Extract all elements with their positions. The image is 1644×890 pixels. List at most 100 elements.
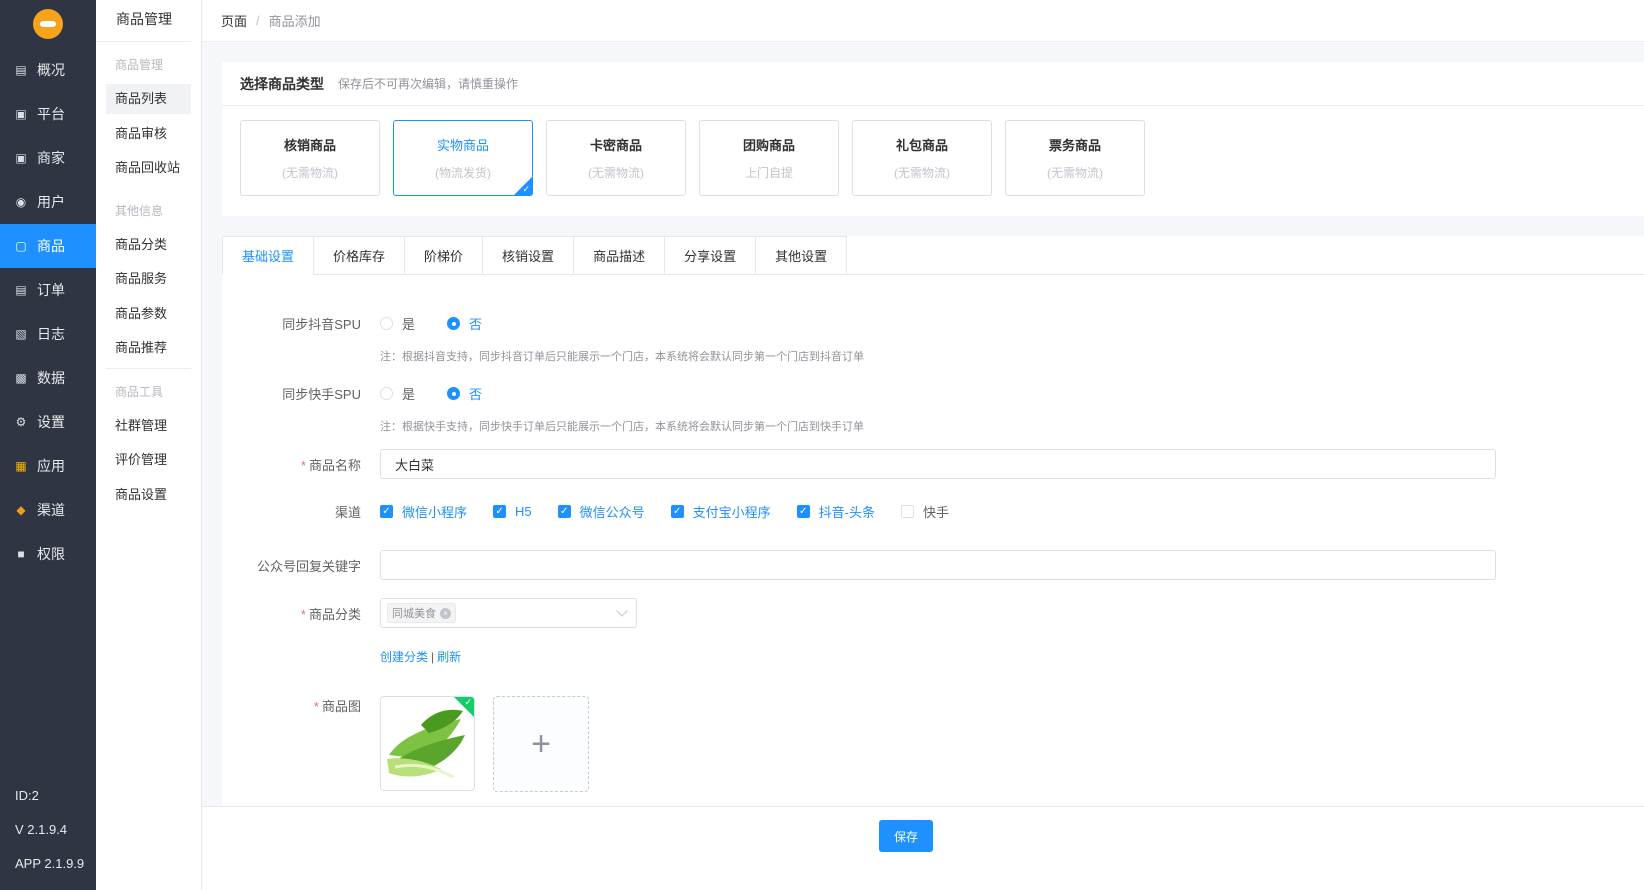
sidebar-item-order[interactable]: ▤ 订单 xyxy=(0,268,96,312)
category-links: 创建分类 | 刷新 xyxy=(380,650,462,664)
bag-icon: ▢ xyxy=(15,239,27,253)
sidebar-item-data[interactable]: ▩ 数据 xyxy=(0,356,96,400)
radio-circle xyxy=(380,317,393,330)
submenu-group-tools: 商品工具 xyxy=(115,384,164,399)
checkbox-empty-icon xyxy=(901,505,915,518)
channel-h5[interactable]: ✓ H5 xyxy=(493,504,532,519)
douyin-spu-yes[interactable]: 是 xyxy=(380,314,415,333)
user-icon: ◉ xyxy=(15,195,27,209)
tab-share[interactable]: 分享设置 xyxy=(665,236,757,275)
image-row: * 商品图 ✓ + xyxy=(222,696,589,792)
lock-icon: ■ xyxy=(17,547,25,561)
check-icon: ✓ xyxy=(464,697,472,707)
submenu: 商品管理 商品管理 商品列表 商品审核 商品回收站 其他信息 商品分类 商品服务… xyxy=(96,0,202,890)
checkbox-checked-icon: ✓ xyxy=(493,505,507,518)
tab-description[interactable]: 商品描述 xyxy=(574,236,666,275)
submenu-item-recycle-bin[interactable]: 商品回收站 xyxy=(106,153,191,183)
submenu-item-goods-list[interactable]: 商品列表 xyxy=(106,84,191,114)
form-card: 基础设置 价格库存 阶梯价 核销设置 商品描述 分享设置 其他设置 同步抖音SP… xyxy=(222,236,1644,816)
gear-icon: ⚙ xyxy=(15,415,27,429)
douyin-spu-tip: 注：根据抖音支持，同步抖音订单后只能展示一个门店，本系统将会默认同步第一个门店到… xyxy=(380,351,864,363)
breadcrumb: 页面 / 商品添加 xyxy=(202,0,1644,42)
channel-wechat-official[interactable]: ✓ 微信公众号 xyxy=(557,502,645,521)
save-button[interactable]: 保存 xyxy=(879,820,933,852)
breadcrumb-current: 商品添加 xyxy=(268,14,321,29)
tab-tier-price[interactable]: 阶梯价 xyxy=(405,236,484,275)
submenu-item-community[interactable]: 社群管理 xyxy=(106,411,191,441)
chart-icon: ▤ xyxy=(15,63,27,77)
version-info: ID:2 V 2.1.9.4 APP 2.1.9.9 xyxy=(15,788,84,890)
kuaishou-spu-no[interactable]: 否 xyxy=(447,384,482,403)
main-sidebar: ▤ 概况 ▣ 平台 ▣ 商家 ◉ 用户 ▢ 商品 ▤ 订单 ▧ 日志 ▩ 数据 ⚙ 设置 ▦ 应用 … xyxy=(0,0,96,890)
channel-wechat-mini[interactable]: ✓ 微信小程序 xyxy=(380,502,467,521)
category-select[interactable]: 同城美食 × xyxy=(380,598,637,628)
submenu-item-recommend[interactable]: 商品推荐 xyxy=(106,333,191,363)
cube-icon: ◆ xyxy=(16,503,26,517)
type-option-groupbuy[interactable]: 团购商品 上门自提 xyxy=(699,120,839,196)
category-label: * 商品分类 xyxy=(300,606,361,622)
admin-version: V 2.1.9.4 xyxy=(15,822,68,837)
account-id: ID:2 xyxy=(15,788,39,803)
tag-close-icon[interactable]: × xyxy=(440,607,451,619)
sidebar-item-merchant[interactable]: ▣ 商家 xyxy=(0,136,96,180)
breadcrumb-root[interactable]: 页面 xyxy=(221,11,247,30)
kuaishou-spu-yes[interactable]: 是 xyxy=(380,384,415,403)
sidebar-item-channel[interactable]: ◆ 渠道 xyxy=(0,488,96,532)
name-row: * 商品名称 大白菜 xyxy=(222,449,1496,479)
channel-kuaishou[interactable]: 快手 xyxy=(901,502,949,521)
douyin-spu-label: 同步抖音SPU xyxy=(282,317,361,332)
image-label: * 商品图 xyxy=(313,699,361,714)
sidebar-item-overview[interactable]: ▤ 概况 xyxy=(0,48,96,92)
submenu-item-service[interactable]: 商品服务 xyxy=(106,264,191,294)
product-image-thumbnail[interactable]: ✓ xyxy=(380,696,475,791)
type-option-card[interactable]: 卡密商品 (无需物流) xyxy=(546,120,686,196)
sidebar-item-platform[interactable]: ▣ 平台 xyxy=(0,92,96,136)
monitor-icon: ▣ xyxy=(15,107,27,121)
type-option-ticket[interactable]: 票务商品 (无需物流) xyxy=(1005,120,1145,196)
channel-alipay-mini[interactable]: ✓ 支付宝小程序 xyxy=(670,502,771,521)
tab-price-stock[interactable]: 价格库存 xyxy=(314,236,406,275)
order-icon: ▤ xyxy=(15,283,27,297)
create-category-link[interactable]: 创建分类 xyxy=(380,650,428,664)
form-tabs: 基础设置 价格库存 阶梯价 核销设置 商品描述 分享设置 其他设置 xyxy=(222,236,1644,275)
radio-circle xyxy=(447,317,461,330)
channels-row: 渠道 ✓ 微信小程序 ✓ H5 ✓ 微信公众号 ✓ 支付宝小程序 ✓ 抖音-头条 快手 xyxy=(222,502,975,521)
douyin-spu-no[interactable]: 否 xyxy=(447,314,482,333)
main-content: 页面 / 商品添加 选择商品类型 保存后不可再次编辑，请慎重操作 核销商品 (无… xyxy=(202,0,1644,890)
tab-other[interactable]: 其他设置 xyxy=(756,236,848,275)
upload-button[interactable]: + xyxy=(493,696,589,792)
checkbox-checked-icon: ✓ xyxy=(670,505,684,518)
tab-basic[interactable]: 基础设置 xyxy=(222,236,315,275)
submenu-item-goods-review[interactable]: 商品审核 xyxy=(106,119,191,149)
sidebar-item-goods[interactable]: ▢ 商品 xyxy=(0,224,96,268)
footer-bar: 保存 xyxy=(202,806,1644,890)
channel-douyin[interactable]: ✓ 抖音-头条 xyxy=(796,502,875,521)
bar-chart-icon: ▩ xyxy=(15,371,27,385)
logo-icon xyxy=(33,9,63,39)
tab-verify-settings[interactable]: 核销设置 xyxy=(483,236,575,275)
submenu-group-other: 其他信息 xyxy=(115,203,164,218)
product-type-header: 选择商品类型 保存后不可再次编辑，请慎重操作 xyxy=(222,62,1644,106)
name-label: * 商品名称 xyxy=(300,457,361,473)
submenu-item-params[interactable]: 商品参数 xyxy=(106,299,191,329)
type-option-gift[interactable]: 礼包商品 (无需物流) xyxy=(852,120,992,196)
sidebar-item-apps[interactable]: ▦ 应用 xyxy=(0,444,96,488)
sidebar-item-user[interactable]: ◉ 用户 xyxy=(0,180,96,224)
refresh-category-link[interactable]: 刷新 xyxy=(437,650,461,664)
submenu-item-comments[interactable]: 评价管理 xyxy=(106,445,191,475)
type-option-physical[interactable]: 实物商品 (物流发货) ✓ xyxy=(393,120,533,196)
sidebar-item-log[interactable]: ▧ 日志 xyxy=(0,312,96,356)
submenu-item-goods-settings[interactable]: 商品设置 xyxy=(106,480,191,510)
submenu-item-category[interactable]: 商品分类 xyxy=(106,230,191,260)
sidebar-item-permission[interactable]: ■ 权限 xyxy=(0,532,96,576)
keyword-input[interactable] xyxy=(380,550,1496,580)
submenu-title: 商品管理 xyxy=(96,0,191,42)
type-option-verify[interactable]: 核销商品 (无需物流) xyxy=(240,120,380,196)
name-input[interactable]: 大白菜 xyxy=(380,449,1496,479)
app-logo[interactable] xyxy=(0,0,96,48)
kuaishou-spu-row: 同步快手SPU 是 否 xyxy=(222,384,514,403)
channels-label: 渠道 xyxy=(334,505,361,520)
sidebar-item-settings[interactable]: ⚙ 设置 xyxy=(0,400,96,444)
douyin-spu-row: 同步抖音SPU 是 否 xyxy=(222,314,514,333)
check-icon: ✓ xyxy=(522,184,530,194)
